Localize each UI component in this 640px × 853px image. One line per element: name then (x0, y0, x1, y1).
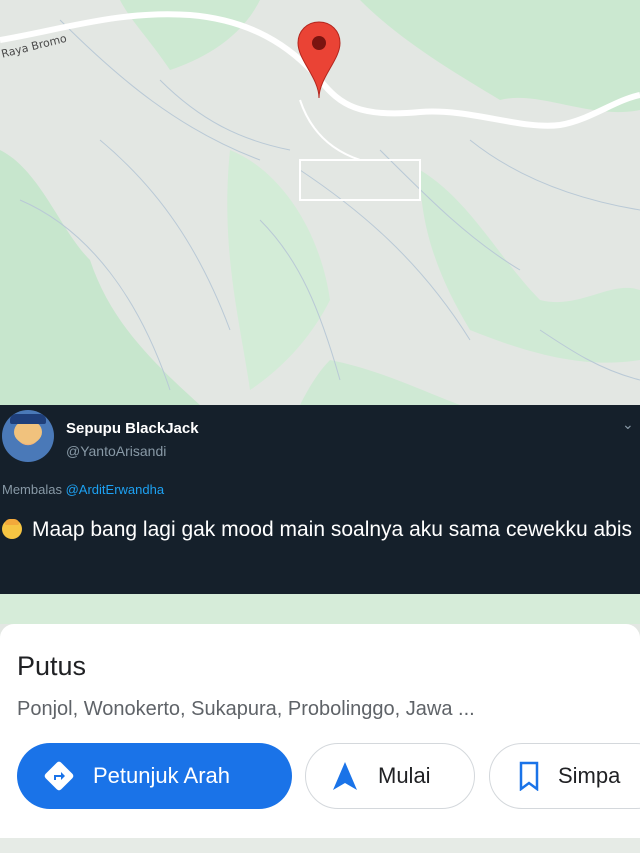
location-pin-icon[interactable] (296, 20, 342, 100)
tweet-reply-context: Membalas @ArditErwandha (2, 482, 164, 497)
person-emoji-icon (2, 519, 22, 539)
place-card (0, 624, 640, 853)
directions-label: Petunjuk Arah (93, 763, 230, 788)
directions-icon (44, 761, 74, 791)
bottom-map-strip (0, 838, 640, 853)
tweet-author-name[interactable]: Sepupu BlackJack (66, 420, 199, 437)
save-button[interactable]: Simpa (489, 743, 640, 809)
reply-mention-link[interactable]: @ArditErwandha (66, 482, 164, 497)
directions-button[interactable]: Petunjuk Arah (17, 743, 292, 809)
place-address: Ponjol, Wonokerto, Sukapura, Probolinggo… (17, 698, 475, 720)
terrain-green (0, 594, 640, 624)
tweet-author-handle[interactable]: @YantoArisandi (66, 443, 166, 459)
reply-prefix: Membalas (2, 482, 62, 497)
start-label: Mulai (378, 763, 431, 788)
avatar[interactable] (2, 410, 54, 462)
tweet-text: Maap bang lagi gak mood main soalnya aku… (32, 518, 633, 541)
tweet-text-block: Maap bang lagi gak mood main soalnya aku… (2, 513, 632, 547)
avatar-hat (10, 414, 46, 424)
start-button[interactable]: Mulai (305, 743, 475, 809)
place-title: Putus (17, 651, 87, 681)
save-label: Simpa (558, 763, 621, 788)
chevron-down-icon[interactable]: ⌄ (622, 416, 634, 433)
bookmark-icon (519, 761, 539, 791)
navigation-arrow-icon (333, 762, 357, 790)
